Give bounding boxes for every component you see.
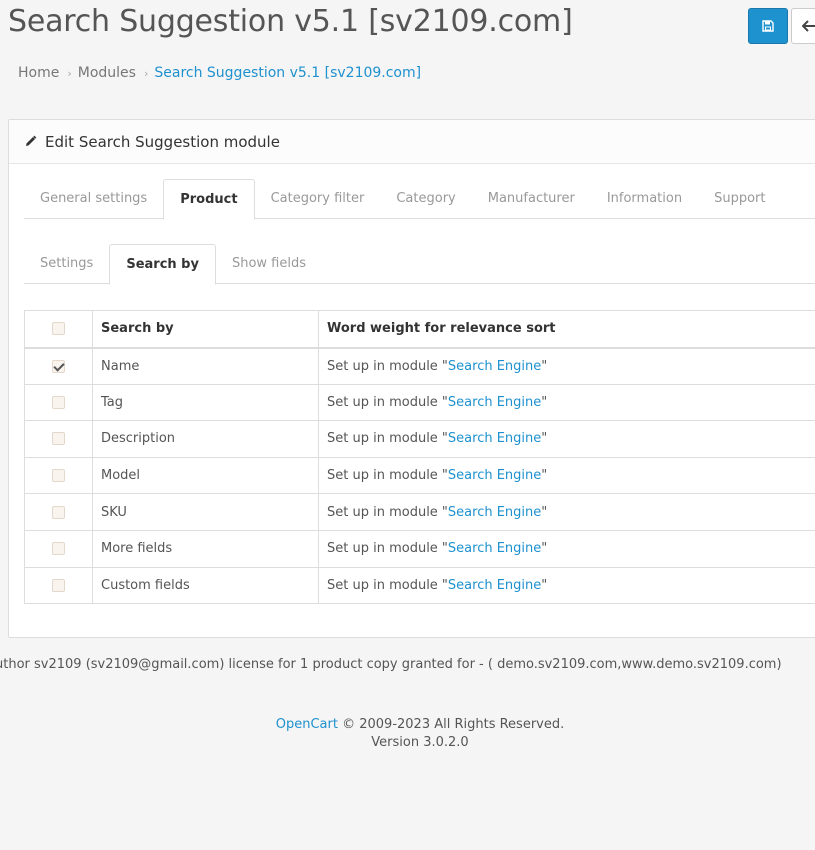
license-text: uthor sv2109 (sv2109@gmail.com) license …: [0, 657, 782, 672]
setup-text: Set up in module ": [327, 358, 448, 374]
copyright-text: © 2009-2023 All Rights Reserved.: [337, 717, 565, 732]
column-header-search-by: Search by: [92, 310, 319, 349]
setup-suffix: ": [541, 358, 548, 374]
field-name: Custom fields: [92, 566, 319, 605]
tab-manufacturer[interactable]: Manufacturer: [472, 179, 591, 219]
setup-text: Set up in module ": [327, 468, 448, 484]
page-title: Search Suggestion v5.1 [sv2109.com]: [8, 4, 573, 39]
table-row: Custom fields Set up in module "Search En…: [24, 566, 815, 605]
search-engine-link[interactable]: Search Engine: [448, 578, 541, 593]
table-row: Tag Set up in module "Search Engine": [24, 383, 815, 422]
save-icon: [762, 20, 774, 32]
word-weight-cell: Set up in module "Search Engine": [318, 493, 815, 531]
chevron-right-icon: ›: [143, 67, 149, 80]
search-engine-link[interactable]: Search Engine: [448, 541, 541, 556]
field-name: Tag: [92, 383, 319, 422]
sub-tabs: Settings Search by Show fields: [24, 244, 815, 285]
field-name: Model: [92, 456, 319, 495]
word-weight-cell: Set up in module "Search Engine": [318, 420, 815, 458]
column-header-word-weight: Word weight for relevance sort: [318, 310, 815, 349]
setup-suffix: ": [541, 468, 548, 484]
setup-text: Set up in module ": [327, 504, 448, 520]
word-weight-cell: Set up in module "Search Engine": [318, 347, 815, 385]
search-by-table: Search by Word weight for relevance sort…: [24, 310, 815, 605]
search-engine-link[interactable]: Search Engine: [448, 431, 541, 446]
save-button[interactable]: [748, 8, 788, 44]
tab-general-settings[interactable]: General settings: [24, 179, 163, 219]
version-text: Version 3.0.2.0: [371, 735, 469, 750]
breadcrumb-home[interactable]: Home: [18, 65, 59, 81]
subtab-search-by[interactable]: Search by: [109, 244, 216, 285]
setup-text: Set up in module ": [327, 394, 448, 410]
setup-suffix: ": [541, 504, 548, 520]
search-engine-link[interactable]: Search Engine: [448, 505, 541, 520]
row-checkbox-cell: [24, 493, 93, 531]
tab-category[interactable]: Category: [380, 179, 471, 219]
setup-text: Set up in module ": [327, 577, 448, 593]
word-weight-cell: Set up in module "Search Engine": [318, 529, 815, 568]
row-checkbox-cell: [24, 420, 93, 458]
search-engine-link[interactable]: Search Engine: [448, 359, 541, 374]
panel-title: Edit Search Suggestion module: [45, 132, 280, 151]
select-all-checkbox[interactable]: [52, 322, 65, 336]
row-checkbox-cell: [24, 566, 93, 605]
table-row: Description Set up in module "Search Engi…: [24, 420, 815, 458]
row-checkbox-cell: [24, 456, 93, 495]
subtab-show-fields[interactable]: Show fields: [216, 244, 322, 284]
field-name: Name: [92, 347, 319, 385]
setup-suffix: ": [541, 577, 548, 593]
table-header-row: Search by Word weight for relevance sort: [24, 310, 815, 349]
setup-text: Set up in module ": [327, 541, 448, 557]
subtab-settings[interactable]: Settings: [24, 244, 109, 284]
table-row: More fields Set up in module "Search Engi…: [24, 529, 815, 568]
setup-suffix: ": [541, 541, 548, 557]
search-engine-link[interactable]: Search Engine: [448, 468, 541, 483]
panel-heading: Edit Search Suggestion module: [9, 120, 815, 164]
word-weight-cell: Set up in module "Search Engine": [318, 566, 815, 605]
setup-suffix: ": [541, 431, 548, 447]
table-row: Name Set up in module "Search Engine": [24, 347, 815, 385]
row-checkbox-cell: [24, 347, 93, 385]
main-tabs: General settings Product Category filter…: [24, 179, 815, 220]
select-all-cell: [24, 310, 93, 349]
row-checkbox[interactable]: [52, 395, 65, 409]
breadcrumb: Home › Modules › Search Suggestion v5.1 [sv2…: [18, 65, 421, 81]
field-name: More fields: [92, 529, 319, 568]
setup-text: Set up in module ": [327, 431, 448, 447]
edit-module-panel: Edit Search Suggestion module General se…: [8, 119, 815, 638]
tab-category-filter[interactable]: Category filter: [255, 179, 381, 219]
row-checkbox[interactable]: [52, 578, 65, 592]
pencil-icon: [24, 135, 37, 148]
table-row: SKU Set up in module "Search Engine": [24, 493, 815, 531]
row-checkbox-cell: [24, 529, 93, 568]
back-button[interactable]: [791, 8, 815, 44]
tab-support[interactable]: Support: [698, 179, 781, 219]
table-row: Model Set up in module "Search Engine": [24, 456, 815, 495]
opencart-link[interactable]: OpenCart: [276, 717, 338, 732]
search-engine-link[interactable]: Search Engine: [448, 395, 541, 410]
setup-suffix: ": [541, 394, 548, 410]
word-weight-cell: Set up in module "Search Engine": [318, 383, 815, 422]
chevron-right-icon: ›: [67, 67, 72, 80]
field-name: Description: [92, 420, 319, 458]
row-checkbox-cell: [24, 383, 93, 422]
word-weight-cell: Set up in module "Search Engine": [318, 456, 815, 495]
row-checkbox[interactable]: [52, 432, 65, 446]
field-name: SKU: [92, 493, 319, 531]
arrow-left-icon: [802, 20, 815, 32]
row-checkbox[interactable]: [52, 469, 65, 483]
row-checkbox[interactable]: [52, 359, 65, 373]
footer: OpenCart © 2009-2023 All Rights Reserved…: [0, 716, 815, 752]
breadcrumb-current[interactable]: Search Suggestion v5.1 [sv2109.com]: [154, 65, 421, 81]
breadcrumb-modules[interactable]: Modules: [78, 65, 136, 81]
row-checkbox[interactable]: [52, 505, 65, 519]
tab-information[interactable]: Information: [591, 179, 698, 219]
tab-product[interactable]: Product: [163, 179, 255, 220]
row-checkbox[interactable]: [52, 542, 65, 556]
